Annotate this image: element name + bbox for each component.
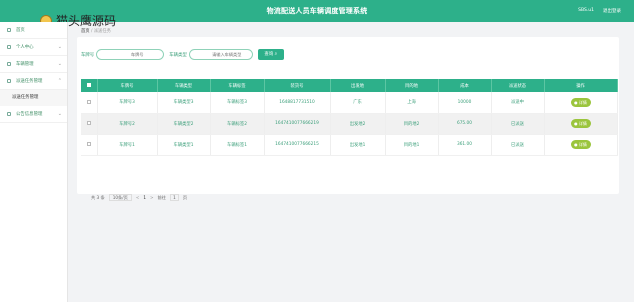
search-button[interactable]: 查询 ⌕ [257,49,284,60]
row-checkbox[interactable] [81,134,98,156]
pagination: 共 3 条 10条/页 < 1 > 前往 1 页 [91,194,187,201]
cell-plate: 车牌号1 [97,134,158,156]
sidebar-item-label: 派送任务管理 [16,79,43,84]
select-all-checkbox[interactable] [81,79,98,92]
current-user: SBS.u1 [578,8,594,13]
user-icon [7,45,11,49]
table-row: 车牌号1 车辆类型1 车辆标签1 1647410077666215 出发地1 目… [81,134,618,156]
cell-vehicle-tag: 车辆标签2 [210,113,265,135]
sidebar-item-label: 个人中心 [16,45,34,50]
vehicle-type-label: 车辆类型 [169,52,187,58]
column-header[interactable]: 出发地 [330,79,386,92]
breadcrumb-home[interactable]: 首页 [81,29,90,34]
column-header[interactable]: 装货号 [264,79,331,92]
home-icon [7,28,11,32]
cell-load-number: 1648817731510 [264,92,331,114]
cell-actions: ● 详情 [544,134,618,156]
details-button[interactable]: ● 详情 [570,119,591,128]
vehicle-type-search-input[interactable] [188,49,253,60]
column-header[interactable]: 车牌号 [97,79,158,92]
cell-actions: ● 详情 [544,92,618,114]
task-icon [7,79,11,83]
plate-search-input[interactable] [96,49,165,60]
pager-total: 共 3 条 [91,194,105,200]
current-page[interactable]: 1 [143,195,146,200]
details-button[interactable]: ● 详情 [570,140,591,149]
cell-origin: 出发地1 [330,134,386,156]
cell-origin: 出发地2 [330,113,386,135]
cell-load-number: 1647410077666215 [264,134,331,156]
search-icon: ⌕ [274,52,278,57]
cell-vehicle-tag: 车辆标签3 [210,92,265,114]
chevron-down-icon: ⌄ [57,111,62,117]
column-header[interactable]: 目的地 [385,79,439,92]
sidebar-item-profile[interactable]: 个人中心 ⌄ [0,39,67,56]
cell-destination: 上海 [385,92,439,114]
cell-destination: 目的地2 [385,113,439,135]
column-header[interactable]: 车辆类型 [157,79,211,92]
row-checkbox[interactable] [81,92,98,114]
car-icon [7,62,11,66]
cell-plate: 车牌号3 [97,92,158,114]
chevron-up-icon: ⌃ [57,78,62,84]
column-header[interactable]: 成本 [438,79,492,92]
cell-vehicle-type: 车辆类型1 [157,134,211,156]
cell-cost: 10000 [438,92,492,114]
chevron-down-icon: ⌄ [57,61,62,67]
cell-origin: 广东 [330,92,386,114]
table-row: 车牌号2 车辆类型2 车辆标签2 1647410077666219 出发地2 目… [81,113,618,135]
sidebar-item-home[interactable]: 首页 [0,22,67,39]
cell-status: 已派送 [491,134,545,156]
sidebar-item-label: 车辆管理 [16,62,34,67]
cell-vehicle-tag: 车辆标签1 [210,134,265,156]
search-bar: 车牌号 车辆类型 查询 ⌕ [81,48,284,61]
column-header[interactable]: 派送状态 [491,79,545,92]
main-content: 首页 / 派送任务 车牌号 车辆类型 查询 ⌕ 车牌号 [68,22,634,302]
cell-status: 已派送 [491,113,545,135]
cell-destination: 目的地1 [385,134,439,156]
chevron-down-icon: ⌄ [57,44,62,50]
column-header: 操作 [544,79,618,92]
details-button[interactable]: ● 详情 [570,97,591,107]
prev-page-button[interactable]: < [136,195,140,200]
row-checkbox[interactable] [81,113,98,135]
goto-label: 前往 [157,194,166,200]
cell-vehicle-type: 车辆类型2 [157,113,211,135]
table-row: 车牌号3 车辆类型3 车辆标签3 1648817731510 广东 上海 100… [81,92,618,114]
notice-icon [7,112,11,116]
breadcrumb: 首页 / 派送任务 [81,28,111,34]
search-button-label: 查询 [264,52,274,57]
cell-status: 派送中 [491,92,545,114]
page-unit: 页 [182,194,188,200]
content-panel: 车牌号 车辆类型 查询 ⌕ 车牌号 车辆类型 车辆标签 装货号 [77,37,619,201]
next-page-button[interactable]: > [150,195,154,200]
sidebar-item-delivery-tasks[interactable]: 派送任务管理 ⌃ [0,73,67,90]
column-header[interactable]: 车辆标签 [210,79,265,92]
sidebar-item-vehicles[interactable]: 车辆管理 ⌄ [0,56,67,73]
cell-cost: 361.00 [438,134,492,156]
breadcrumb-current: 派送任务 [93,29,111,34]
sidebar-subitem-delivery-tasks[interactable]: 派送任务管理 [0,90,67,106]
cell-vehicle-type: 车辆类型3 [157,92,211,114]
cell-actions: ● 详情 [544,113,618,135]
logout-link[interactable]: 退出登录 [603,8,621,14]
cell-plate: 车牌号2 [97,113,158,135]
sidebar: 首页 个人中心 ⌄ 车辆管理 ⌄ 派送任务管理 ⌃ 派送任务管理 公告信息管理 … [0,22,68,302]
breadcrumb-separator: / [90,29,93,34]
cell-load-number: 1647410077666219 [264,113,331,135]
cell-cost: 675.00 [438,113,492,135]
sidebar-item-label: 公告信息管理 [16,112,43,117]
goto-page-input[interactable]: 1 [169,194,179,201]
sidebar-item-label: 首页 [16,28,25,33]
plate-label: 车牌号 [81,52,95,58]
delivery-table: 车牌号 车辆类型 车辆标签 装货号 出发地 目的地 成本 派送状态 操作 车牌号… [81,79,618,156]
table-header-row: 车牌号 车辆类型 车辆标签 装货号 出发地 目的地 成本 派送状态 操作 [81,79,618,92]
sidebar-item-announcements[interactable]: 公告信息管理 ⌄ [0,106,67,123]
page-size-select[interactable]: 10条/页 [108,194,132,201]
